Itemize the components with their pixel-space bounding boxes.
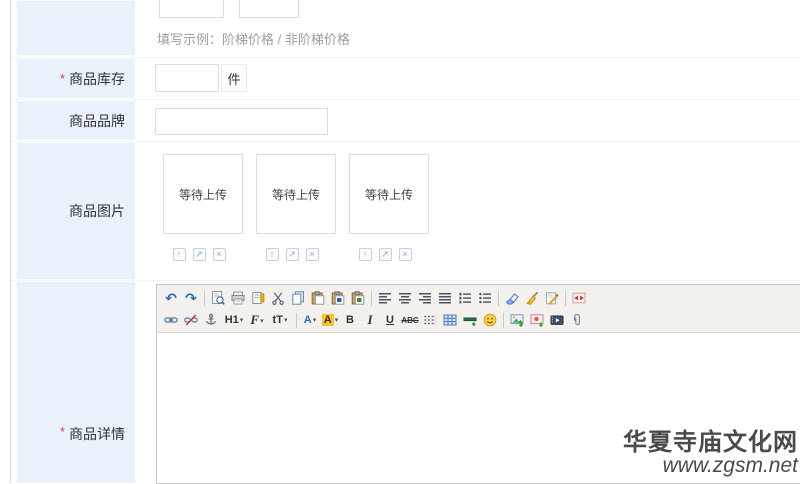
brand-label-text: 商品品牌 bbox=[69, 111, 125, 131]
upload-slot-3[interactable]: 等待上传 bbox=[349, 154, 429, 234]
table-icon[interactable] bbox=[440, 310, 460, 330]
brand-row: 商品品牌 bbox=[11, 99, 800, 141]
preview-icon[interactable]: ↗ bbox=[193, 248, 206, 261]
cut-icon[interactable] bbox=[268, 288, 288, 308]
detail-label-text: 商品详情 bbox=[69, 424, 125, 444]
preview-icon[interactable] bbox=[208, 288, 228, 308]
link-icon[interactable] bbox=[161, 310, 181, 330]
template-icon[interactable] bbox=[248, 288, 268, 308]
upload-icon[interactable]: ↑ bbox=[173, 248, 186, 261]
stock-label: * 商品库存 bbox=[17, 59, 135, 98]
detail-row: * 商品详情 ↶ ↷ bbox=[11, 280, 800, 484]
font-family-select[interactable]: F▾ bbox=[247, 310, 267, 330]
paste-icon[interactable] bbox=[308, 288, 328, 308]
price-row: 填写示例：阶梯价格 / 非阶梯价格 bbox=[11, 0, 800, 56]
strikethrough-icon[interactable]: ABC bbox=[400, 310, 420, 330]
price-range-input-2[interactable] bbox=[239, 0, 299, 18]
stock-input[interactable] bbox=[155, 64, 219, 92]
media-icon[interactable] bbox=[547, 310, 567, 330]
brand-input[interactable] bbox=[155, 108, 328, 135]
stock-label-text: 商品库存 bbox=[69, 69, 125, 89]
dashed-border-icon[interactable] bbox=[420, 310, 440, 330]
toolbar-separator bbox=[371, 291, 372, 306]
upload-placeholder: 等待上传 bbox=[179, 186, 227, 203]
attachment-icon[interactable] bbox=[567, 310, 587, 330]
text-color-select[interactable]: A▾ bbox=[300, 310, 320, 330]
watermark-site-name: 华夏寺庙文化网 bbox=[623, 430, 798, 455]
paste-text-icon[interactable] bbox=[348, 288, 368, 308]
bold-icon[interactable]: B bbox=[340, 310, 360, 330]
align-right-icon[interactable] bbox=[415, 288, 435, 308]
toolbar-row-2: H1▾ F▾ tT▾ A▾ A▾ B I U ABC bbox=[161, 309, 796, 331]
align-justify-icon[interactable] bbox=[435, 288, 455, 308]
upload-placeholder: 等待上传 bbox=[365, 186, 413, 203]
upload-actions-3: ↑ ↗ × bbox=[345, 248, 425, 261]
watermark-site-url: www.zgsm.net bbox=[623, 455, 798, 477]
remove-icon[interactable]: × bbox=[213, 248, 226, 261]
toolbar-separator bbox=[498, 291, 499, 306]
images-label-text: 商品图片 bbox=[69, 201, 125, 221]
toolbar-separator bbox=[565, 291, 566, 306]
italic-icon[interactable]: I bbox=[360, 310, 380, 330]
copy-icon[interactable] bbox=[288, 288, 308, 308]
upload-icon[interactable]: ↑ bbox=[266, 248, 279, 261]
paste-word-icon[interactable] bbox=[328, 288, 348, 308]
price-range-input-1[interactable] bbox=[159, 0, 224, 18]
image-upload-icon[interactable] bbox=[507, 310, 527, 330]
price-hint: 填写示例：阶梯价格 / 非阶梯价格 bbox=[157, 29, 350, 48]
editor-toolbar: ↶ ↷ bbox=[157, 285, 800, 333]
upload-icon[interactable]: ↑ bbox=[359, 248, 372, 261]
rich-text-editor: ↶ ↷ bbox=[156, 284, 800, 484]
toolbar-separator bbox=[204, 291, 205, 306]
images-row: 商品图片 等待上传 等待上传 等待上传 ↑ ↗ × ↑ ↗ × ↑ bbox=[11, 141, 800, 280]
align-left-icon[interactable] bbox=[375, 288, 395, 308]
align-center-icon[interactable] bbox=[395, 288, 415, 308]
upload-slot-1[interactable]: 等待上传 bbox=[163, 154, 243, 234]
upload-placeholder: 等待上传 bbox=[272, 186, 320, 203]
images-label: 商品图片 bbox=[17, 143, 135, 279]
ordered-list-icon[interactable] bbox=[455, 288, 475, 308]
fullscreen-icon[interactable] bbox=[569, 288, 589, 308]
font-size-select[interactable]: tT▾ bbox=[267, 310, 293, 330]
price-label-cell bbox=[17, 1, 135, 55]
anchor-icon[interactable] bbox=[201, 310, 221, 330]
stock-row: * 商品库存 件 bbox=[11, 57, 800, 99]
toolbar-separator bbox=[296, 313, 297, 328]
unordered-list-icon[interactable] bbox=[475, 288, 495, 308]
background-color-select[interactable]: A▾ bbox=[320, 310, 340, 330]
site-watermark: 华夏寺庙文化网 www.zgsm.net bbox=[623, 430, 798, 477]
required-asterisk: * bbox=[60, 424, 65, 439]
flash-upload-icon[interactable] bbox=[527, 310, 547, 330]
clean-format-icon[interactable] bbox=[522, 288, 542, 308]
underline-icon[interactable]: U bbox=[380, 310, 400, 330]
required-asterisk: * bbox=[60, 71, 65, 86]
upload-actions-2: ↑ ↗ × bbox=[252, 248, 332, 261]
edit-source-icon[interactable] bbox=[542, 288, 562, 308]
redo-icon[interactable]: ↷ bbox=[181, 288, 201, 308]
horizontal-rule-icon[interactable] bbox=[460, 310, 480, 330]
print-icon[interactable] bbox=[228, 288, 248, 308]
emoticon-icon[interactable] bbox=[480, 310, 500, 330]
brand-label: 商品品牌 bbox=[17, 101, 135, 140]
heading-select[interactable]: H1▾ bbox=[221, 310, 247, 330]
stock-unit-addon: 件 bbox=[221, 64, 247, 92]
undo-icon[interactable]: ↶ bbox=[161, 288, 181, 308]
toolbar-separator bbox=[503, 313, 504, 328]
preview-icon[interactable]: ↗ bbox=[286, 248, 299, 261]
preview-icon[interactable]: ↗ bbox=[379, 248, 392, 261]
eraser-icon[interactable] bbox=[502, 288, 522, 308]
remove-icon[interactable]: × bbox=[306, 248, 319, 261]
upload-actions-1: ↑ ↗ × bbox=[159, 248, 239, 261]
upload-slot-2[interactable]: 等待上传 bbox=[256, 154, 336, 234]
unlink-icon[interactable] bbox=[181, 310, 201, 330]
remove-icon[interactable]: × bbox=[399, 248, 412, 261]
detail-label: * 商品详情 bbox=[17, 282, 135, 483]
toolbar-row-1: ↶ ↷ bbox=[161, 287, 796, 309]
